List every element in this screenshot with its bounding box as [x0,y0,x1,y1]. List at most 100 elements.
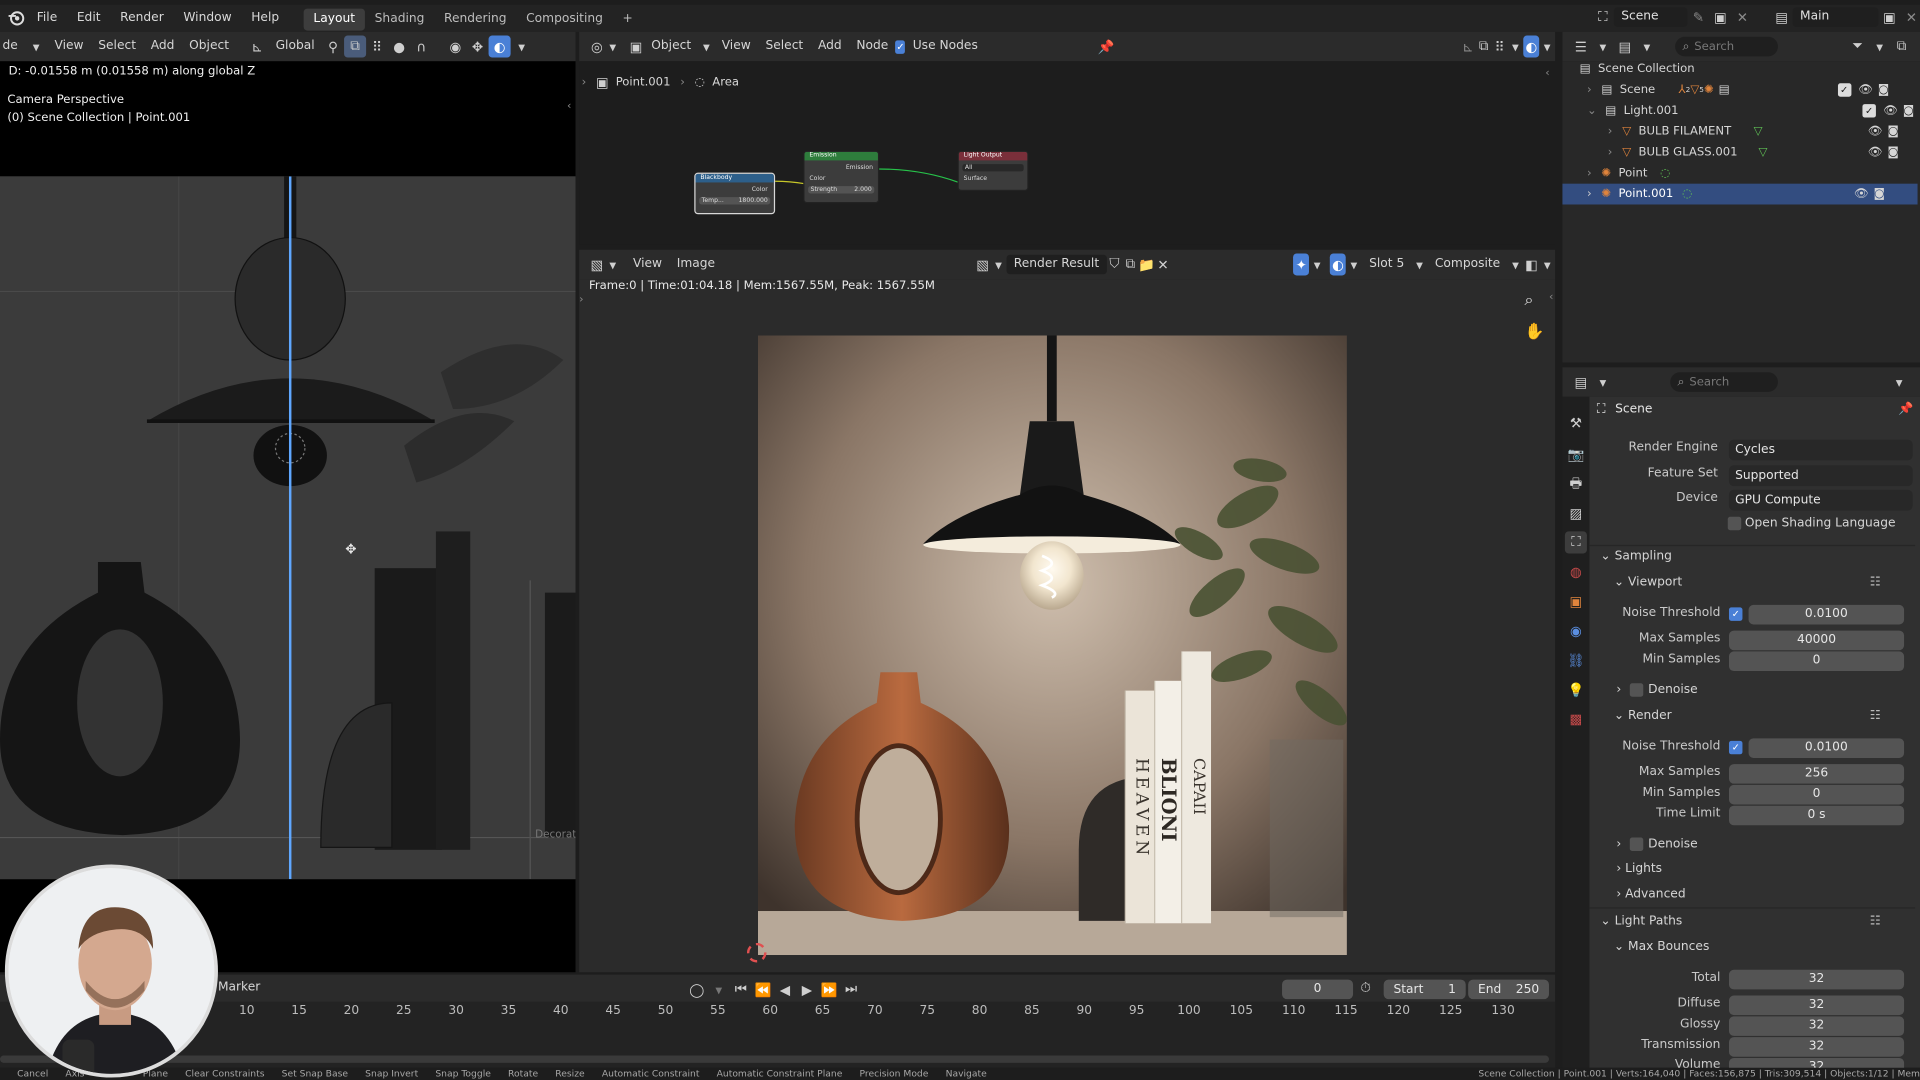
editor-type-icon[interactable]: ◎ [589,36,605,58]
render-noise-threshold-checkbox[interactable]: ✓ [1728,740,1743,755]
menu-edit[interactable]: Edit [67,5,110,32]
time-limit-field[interactable]: 0 s [1728,805,1905,826]
view-layer-tab-icon[interactable]: ▨ [1565,502,1587,524]
snap-icon[interactable]: ⊾ [1460,36,1476,58]
chevron-down-icon[interactable]: ▾ [1539,36,1555,58]
exclude-checkbox[interactable]: ✓ [1862,104,1876,118]
eye-icon[interactable]: 👁 [1858,83,1873,96]
use-nodes-checkbox[interactable]: ✓ [895,39,906,54]
play-icon[interactable]: ▶ [796,978,818,1000]
viewport-menu-add[interactable]: Add [143,32,181,61]
display-channels-icon[interactable]: ◧ [1523,253,1539,275]
add-workspace-button[interactable]: + [613,9,643,31]
new-collection-icon[interactable]: ⧉ [1891,36,1913,58]
timeline-scrollbar[interactable] [0,1055,1549,1063]
viewport-collapse-icon[interactable]: ‹ [567,100,571,112]
camera-icon[interactable]: ◙ [1903,104,1914,117]
outliner-row-scene-collection[interactable]: ▤ Scene Collection [1562,59,1917,80]
auto-keying-icon[interactable]: ◯ [686,978,708,1000]
camera-icon[interactable]: ◙ [1888,146,1899,159]
emission-node[interactable]: Emission Emission Color Strength 2.000 [803,150,880,204]
visibility-icon[interactable]: ◉ [444,36,466,58]
viewport-menu-object[interactable]: Object [182,32,237,61]
chevron-down-icon[interactable]: ▾ [511,36,533,58]
viewport-subpanel-header[interactable]: ⌄ Viewport [1614,576,1682,589]
close-icon[interactable]: ✕ [1155,253,1171,275]
chevron-down-icon[interactable]: ▾ [708,978,730,1000]
device-dropdown[interactable]: GPU Compute [1728,489,1913,511]
chevron-right-icon[interactable]: › [1587,83,1592,96]
light-data-tab-icon[interactable]: 💡 [1565,678,1587,700]
transform-orientation-dropdown[interactable]: Global [268,32,322,61]
feature-set-dropdown[interactable]: Supported [1728,465,1913,487]
render-denoise-header[interactable]: › Denoise [1616,837,1698,852]
node-overlay-icon[interactable]: ◐ [1523,35,1540,58]
blackbody-node[interactable]: Blackbody Color Temp... 1800.000 [694,172,776,215]
sampling-panel-header[interactable]: ⌄ Sampling [1600,550,1671,563]
current-frame-field[interactable]: 0 [1282,979,1354,1000]
camera-icon[interactable]: ◙ [1874,187,1885,200]
mode-dropdown[interactable]: de [0,32,25,61]
outliner-row-scene[interactable]: › ▤ Scene ⅄ 2 ▽ 5 ✺ ▤ ✓ 👁 ◙ [1562,80,1917,101]
delete-scene-icon[interactable]: ✕ [1731,6,1753,28]
eye-icon[interactable]: 👁 [1883,104,1898,117]
overlay-icon[interactable]: ◐ [1330,253,1346,276]
render-noise-threshold-field[interactable]: 0.0100 [1748,738,1905,758]
chevron-down-icon[interactable]: ▾ [1539,253,1555,275]
eye-icon[interactable]: 👁 [1854,187,1869,200]
jump-start-icon[interactable]: ⏮ [730,978,752,1000]
slot-dropdown[interactable]: Slot 5 [1362,250,1412,279]
diffuse-bounces-field[interactable]: 32 [1728,995,1905,1016]
blender-logo-icon[interactable] [5,7,27,29]
lights-subpanel-header[interactable]: › Lights [1616,862,1662,875]
overlay-icon[interactable]: ⧉ [1476,36,1492,58]
tab-layout[interactable]: Layout [303,8,365,31]
texture-tab-icon[interactable]: ▩ [1565,708,1587,730]
properties-search[interactable]: ⌕ Search [1670,372,1778,392]
chevron-right-icon[interactable]: › [1587,187,1592,200]
grid-icon[interactable]: ⠿ [1492,36,1508,58]
viewport-canvas[interactable]: ✥ Decorat [0,176,576,880]
render-max-samples-field[interactable]: 256 [1728,764,1905,784]
light-output-target[interactable]: All [962,164,1024,172]
chevron-down-icon[interactable]: ▾ [1592,36,1614,58]
emission-strength-value[interactable]: 2.000 [854,186,872,193]
pivot-icon[interactable]: ⚲ [322,36,344,58]
list-icon[interactable]: ☷ [1870,915,1881,928]
render-denoise-checkbox[interactable] [1629,837,1644,852]
render-min-samples-field[interactable]: 0 [1728,784,1905,805]
chevron-down-icon[interactable]: ⌄ [1587,104,1597,117]
image-name-field[interactable]: Render Result [1006,254,1107,275]
menu-window[interactable]: Window [174,5,242,32]
new-scene-icon[interactable]: ▣ [1709,6,1731,28]
chevron-down-icon[interactable]: ▾ [1869,36,1891,58]
menu-help[interactable]: Help [241,5,289,32]
osl-toggle[interactable]: Open Shading Language [1727,516,1896,531]
scene-selector[interactable]: ⛶ Scene ✎ ▣ ✕ [1592,6,1754,28]
chevron-right-icon[interactable]: › [1608,146,1613,159]
image-editor-canvas[interactable]: Frame:0 | Time:01:04.18 | Mem:1567.55M, … [579,279,1556,973]
image-browse-icon[interactable]: ▧ [975,253,991,275]
display-mode-icon[interactable]: ▤ [1614,36,1636,58]
new-image-icon[interactable]: ⧉ [1122,253,1138,275]
scene-name[interactable]: Scene [1613,7,1688,27]
viewport-denoise-header[interactable]: › Denoise [1616,683,1698,697]
viewport-denoise-checkbox[interactable] [1629,683,1644,697]
node-menu-view[interactable]: View [714,32,758,61]
tool-tab-icon[interactable]: ⚒ [1565,411,1587,433]
chevron-down-icon[interactable]: ▾ [605,36,621,58]
view-layer-name[interactable]: Main [1792,7,1879,27]
world-tab-icon[interactable]: ◍ [1565,561,1587,583]
end-frame-field[interactable]: End 250 [1468,979,1549,1000]
scene-tab-icon[interactable]: ⛶ [1564,531,1587,554]
eye-icon[interactable]: 👁 [1868,125,1883,138]
play-reverse-icon[interactable]: ◀ [774,978,796,1000]
chevron-down-icon[interactable]: ▾ [1508,36,1524,58]
chevron-right-icon[interactable]: › [1587,167,1592,180]
pin-icon[interactable]: 📌 [1098,36,1115,58]
camera-icon[interactable]: ◙ [1878,83,1889,96]
chevron-down-icon[interactable]: ▾ [991,253,1007,275]
clock-icon[interactable]: ⏱ [1360,980,1371,997]
prev-keyframe-icon[interactable]: ⏪ [752,978,774,1000]
sidebar-toggle-icon[interactable]: ‹ [1549,291,1553,303]
